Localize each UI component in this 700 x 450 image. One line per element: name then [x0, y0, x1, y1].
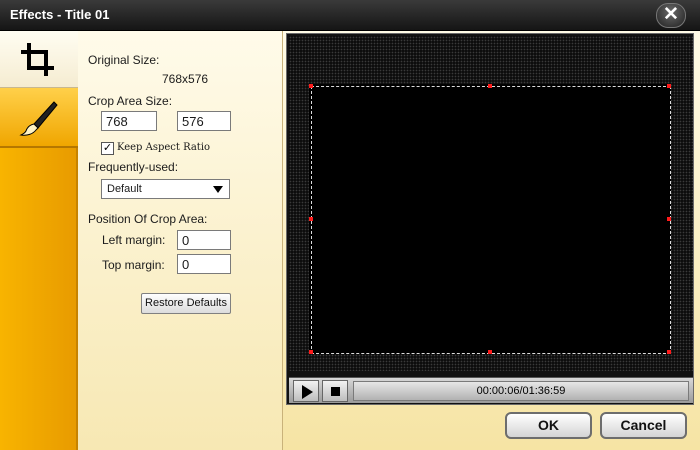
- top-margin-input[interactable]: 0: [177, 254, 231, 274]
- play-button[interactable]: [293, 380, 319, 402]
- crop-handle-bottom-left[interactable]: [309, 350, 313, 354]
- brush-icon: [19, 101, 58, 136]
- playback-controls: 00:00:06/01:36:59: [289, 377, 693, 403]
- crop-area-size-label: Crop Area Size:: [88, 94, 173, 108]
- tab-effect[interactable]: [0, 88, 78, 148]
- crop-handle-top[interactable]: [488, 84, 492, 88]
- top-margin-label: Top margin:: [102, 258, 165, 272]
- crop-position-label: Position Of Crop Area:: [88, 212, 208, 226]
- window-title: Effects - Title 01: [10, 7, 110, 22]
- left-margin-label: Left margin:: [102, 233, 166, 247]
- keep-aspect-ratio-label: Keep Aspect Ratio: [117, 142, 211, 153]
- frequently-used-value: Default: [107, 183, 142, 195]
- frequently-used-select[interactable]: Default: [101, 179, 230, 199]
- preview-panel: 00:00:06/01:36:59: [286, 33, 694, 405]
- stop-button[interactable]: [322, 380, 348, 402]
- original-size-value: 768x576: [162, 72, 209, 86]
- left-margin-input[interactable]: 0: [177, 230, 231, 250]
- crop-handle-top-left[interactable]: [309, 84, 313, 88]
- timecode: 00:00:06/01:36:59: [476, 385, 566, 397]
- title-bar: Effects - Title 01 ✕: [0, 0, 700, 31]
- crop-icon: [21, 43, 54, 76]
- crop-handle-bottom-right[interactable]: [667, 350, 671, 354]
- close-button[interactable]: ✕: [656, 3, 686, 28]
- crop-width-input[interactable]: 768: [101, 111, 157, 131]
- cancel-button[interactable]: Cancel: [600, 412, 687, 439]
- ok-button[interactable]: OK: [505, 412, 592, 439]
- keep-aspect-ratio-checkbox[interactable]: ✓: [101, 142, 114, 155]
- original-size-label: Original Size:: [88, 53, 160, 67]
- crop-handle-top-right[interactable]: [667, 84, 671, 88]
- crop-handle-left[interactable]: [309, 217, 313, 221]
- seek-bar[interactable]: 00:00:06/01:36:59: [353, 381, 689, 401]
- crop-handle-bottom[interactable]: [488, 350, 492, 354]
- crop-settings-panel: Original Size: 768x576 Crop Area Size: 7…: [78, 31, 283, 450]
- crop-handle-right[interactable]: [667, 217, 671, 221]
- frequently-used-label: Frequently-used:: [88, 160, 179, 174]
- chevron-down-icon: [213, 186, 223, 193]
- crop-height-input[interactable]: 576: [177, 111, 231, 131]
- restore-defaults-button[interactable]: Restore Defaults: [141, 293, 231, 314]
- crop-rectangle[interactable]: [311, 86, 671, 354]
- video-preview: [289, 36, 693, 371]
- effects-sidebar: [0, 31, 78, 450]
- tab-crop[interactable]: [0, 31, 78, 88]
